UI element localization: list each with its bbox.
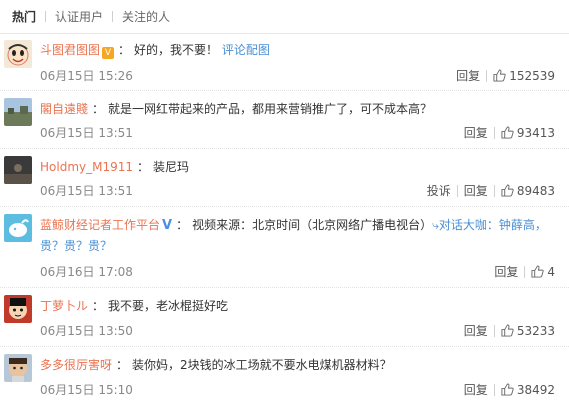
comment-line: 閣自遠賤 ：就是一网红带起来的产品，都用来营销推广了，可不成本高？ <box>40 99 555 119</box>
comment-text: 就是一网红带起来的产品，都用来营销推广了，可不成本高？ <box>108 102 433 116</box>
tab-verified-users[interactable]: 认证用户 <box>46 10 112 24</box>
reply-button[interactable]: 回复 <box>464 124 488 141</box>
like-count: 93413 <box>516 125 555 140</box>
comment-time: 06月15日 15:10 <box>40 383 133 397</box>
thumbs-up-icon <box>493 68 506 82</box>
thumbs-up-icon <box>501 125 514 139</box>
comment-time: 06月15日 13:51 <box>40 126 133 140</box>
comment-time: 06月15日 13:51 <box>40 184 133 198</box>
thumbs-up-icon <box>501 323 514 337</box>
reply-button[interactable]: 回复 <box>464 322 488 339</box>
comment-actions: 回复 53233 <box>464 322 555 339</box>
avatar[interactable] <box>4 214 32 242</box>
username-link[interactable]: 蓝鲸财经记者工作平台 <box>40 218 160 232</box>
vip-badge-icon: V <box>102 47 115 59</box>
like-button[interactable]: 38492 <box>501 383 555 397</box>
comment-actions: 投诉 回复 89483 <box>427 182 555 199</box>
comment-line: 多多很厉害呀 ：装你妈，2块钱的冰工场就不要水电煤机器材料？ <box>40 355 555 375</box>
tab-hot[interactable]: 热门 <box>12 10 45 24</box>
comment-text: 好的，我不要！ <box>134 43 219 57</box>
action-divider <box>493 324 495 337</box>
comment-item: 斗图君图图 V：好的，我不要！ 评论配图 06月15日 15:26 回复 1525… <box>0 36 569 91</box>
action-divider <box>524 265 526 278</box>
like-button[interactable]: 89483 <box>501 184 555 198</box>
report-button[interactable]: 投诉 <box>427 182 451 199</box>
reply-button[interactable]: 回复 <box>456 67 480 84</box>
comment-actions: 回复 152539 <box>456 67 555 84</box>
comment-text: 装你妈，2块钱的冰工场就不要水电煤机器材料？ <box>132 358 392 372</box>
action-divider <box>456 184 458 197</box>
comment-time: 06月15日 13:50 <box>40 324 133 338</box>
colon-separator: ： <box>116 358 129 372</box>
username-link[interactable]: 丁萝卜ル <box>40 299 88 313</box>
like-count: 89483 <box>516 183 555 198</box>
reply-button[interactable]: 回复 <box>464 381 488 398</box>
comment-line: 斗图君图图 V：好的，我不要！ 评论配图 <box>40 40 555 60</box>
username-link[interactable]: 閣自遠賤 <box>40 102 88 116</box>
colon-separator: ： <box>176 218 189 232</box>
thumbs-up-icon <box>501 382 514 396</box>
comment-time: 06月15日 15:26 <box>40 69 133 83</box>
comment-text: 我不要，老冰棍挺好吃 <box>108 299 229 313</box>
username-link[interactable]: Holdmy_M1911 <box>40 160 133 174</box>
comment-actions: 回复 38492 <box>464 381 555 398</box>
thumbs-up-icon <box>501 183 514 197</box>
avatar[interactable] <box>4 295 32 323</box>
username-link[interactable]: 多多很厉害呀 <box>40 358 112 372</box>
avatar[interactable] <box>4 354 32 382</box>
comment-text: 视频来源：北京时间（北京网络广播电视台） <box>192 218 433 232</box>
comment-item: 多多很厉害呀 ：装你妈，2块钱的冰工场就不要水电煤机器材料？ 06月15日 15:… <box>0 348 569 411</box>
avatar[interactable] <box>4 156 32 184</box>
like-count: 38492 <box>516 382 555 397</box>
action-divider <box>493 126 495 139</box>
comment-filter-tabs: 热门 认证用户 关注的人 <box>0 0 569 34</box>
username-link[interactable]: 斗图君图图 <box>40 43 100 57</box>
action-divider <box>486 69 488 82</box>
colon-separator: ： <box>137 160 150 174</box>
verified-badge-icon: V <box>162 218 173 233</box>
avatar[interactable] <box>4 40 32 68</box>
comment-image-link[interactable]: 评论配图 <box>222 43 270 57</box>
like-count: 152539 <box>509 68 555 83</box>
thumbs-up-icon <box>531 264 545 278</box>
like-count: 53233 <box>516 323 555 338</box>
comment-line: 蓝鲸财经记者工作平台 V：视频来源：北京时间（北京网络广播电视台）⤷对话大咖：钟薛… <box>40 215 555 256</box>
tab-following[interactable]: 关注的人 <box>113 10 179 24</box>
comment-item: 丁萝卜ル ：我不要，老冰棍挺好吃 06月15日 13:50 回复 53233 <box>0 289 569 347</box>
reply-button[interactable]: 回复 <box>464 182 488 199</box>
like-count: 4 <box>547 264 555 279</box>
like-button[interactable]: 152539 <box>493 69 555 83</box>
topic-arrow-icon: ⤷ <box>432 218 439 232</box>
action-divider <box>493 383 495 396</box>
colon-separator: ： <box>92 299 105 313</box>
like-button[interactable]: 53233 <box>501 324 555 338</box>
like-button[interactable]: 4 <box>531 265 555 279</box>
colon-separator: ： <box>92 102 105 116</box>
comment-item: Holdmy_M1911 ：装尼玛 06月15日 13:51 投诉 回复 8948… <box>0 150 569 207</box>
like-button[interactable]: 93413 <box>501 126 555 140</box>
comment-item: 蓝鲸财经记者工作平台 V：视频来源：北京时间（北京网络广播电视台）⤷对话大咖：钟薛… <box>0 208 569 288</box>
comment-item: 閣自遠賤 ：就是一网红带起来的产品，都用来营销推广了，可不成本高？ 06月15日 … <box>0 92 569 149</box>
reply-button[interactable]: 回复 <box>494 263 518 280</box>
action-divider <box>493 184 495 197</box>
colon-separator: ： <box>118 43 131 57</box>
comment-time: 06月16日 17:08 <box>40 265 133 279</box>
comment-line: 丁萝卜ル ：我不要，老冰棍挺好吃 <box>40 296 555 316</box>
comment-text: 装尼玛 <box>153 160 190 174</box>
comment-line: Holdmy_M1911 ：装尼玛 <box>40 157 555 177</box>
comment-actions: 回复 93413 <box>464 124 555 141</box>
comment-actions: 回复 4 <box>494 263 555 280</box>
avatar[interactable] <box>4 98 32 126</box>
